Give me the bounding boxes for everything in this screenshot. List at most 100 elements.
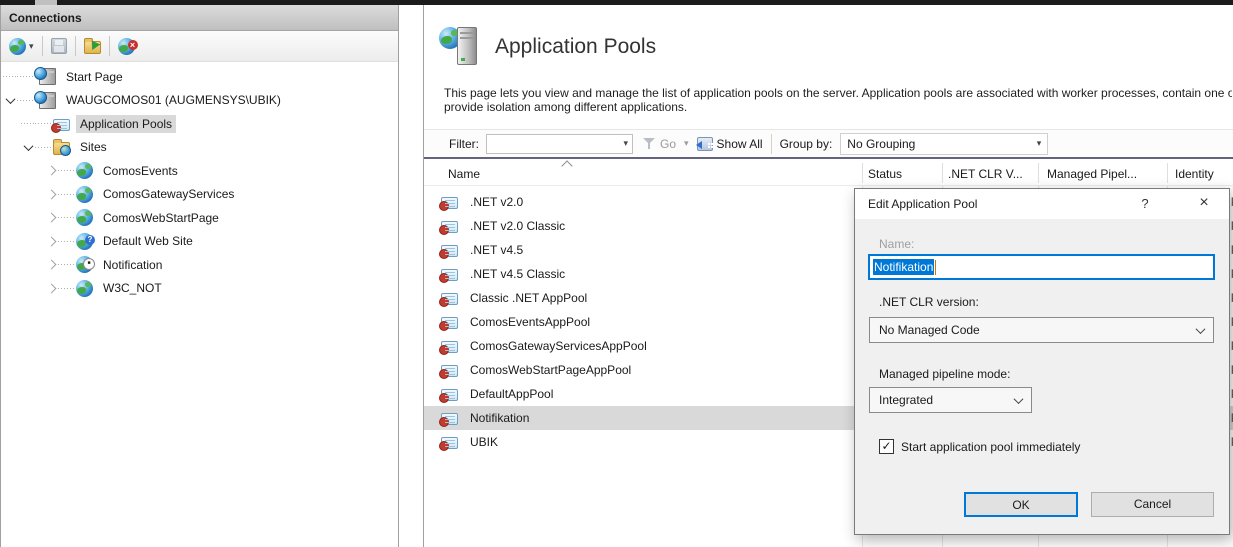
chevron-right-icon[interactable]: [44, 187, 58, 201]
server-part: [457, 27, 477, 65]
go-options-caret-icon[interactable]: ▾: [684, 138, 689, 149]
globe-icon: [76, 209, 93, 226]
app-pool-name: ComosEventsAppPool: [470, 315, 590, 329]
app-pool-name: ComosGatewayServicesAppPool: [470, 339, 647, 353]
column-header-managed-pipel-[interactable]: Managed Pipel...: [1047, 167, 1137, 181]
start-immediately-label: Start application pool immediately: [901, 440, 1080, 454]
app-pool-name: .NET v2.0 Classic: [470, 219, 565, 233]
save-connections-button[interactable]: [49, 36, 69, 56]
tree-dotted-connector: [58, 170, 76, 171]
filter-input[interactable]: ▾: [486, 134, 633, 154]
tree-item-label: Start Page: [62, 68, 127, 86]
tree-item-label: WAUGCOMOS01 (AUGMENSYS\UBIK): [62, 91, 285, 109]
tree-item-label: Sites: [76, 138, 111, 156]
column-header--net-clr-v-[interactable]: .NET CLR V...: [948, 167, 1023, 181]
app-pool-icon: [441, 341, 458, 353]
tree-item-notification[interactable]: Notification: [1, 253, 398, 277]
tree-item-default-web-site[interactable]: Default Web Site: [1, 230, 398, 254]
app-pool-name: .NET v4.5: [470, 243, 523, 257]
tree-item-comosgatewayservices[interactable]: ComosGatewayServices: [1, 183, 398, 207]
go-button[interactable]: Go: [660, 137, 676, 151]
close-icon[interactable]: ×: [1187, 189, 1221, 219]
tree-dotted-connector: [35, 147, 53, 148]
chevron-right-icon[interactable]: [44, 234, 58, 248]
help-button[interactable]: ?: [1130, 189, 1160, 219]
globe-icon: [76, 186, 93, 203]
chevron-glyph: [46, 213, 56, 223]
page-header: Application Pools: [439, 27, 656, 67]
cancel-button[interactable]: Cancel: [1091, 492, 1214, 517]
column-header-identity[interactable]: Identity: [1175, 167, 1214, 181]
app-pool-icon: [441, 197, 458, 209]
name-field[interactable]: Notifikation: [869, 255, 1214, 279]
tree-dotted-connector: [58, 194, 76, 195]
tree-dotted-connector: [58, 217, 76, 218]
tree-dotted-connector: [17, 76, 35, 77]
connect-button[interactable]: ▾: [7, 36, 36, 57]
column-separator[interactable]: [942, 163, 943, 183]
start-immediately-checkbox[interactable]: ✓: [879, 439, 894, 454]
up-button[interactable]: [82, 36, 103, 56]
clr-version-select[interactable]: No Managed Code: [869, 317, 1214, 343]
dialog-titlebar[interactable]: Edit Application Pool: [855, 189, 1229, 219]
column-separator[interactable]: [1038, 163, 1039, 183]
filter-dropdown-caret-icon[interactable]: ▾: [623, 138, 628, 149]
chevron-down-icon[interactable]: [21, 140, 35, 154]
chevron-down-icon[interactable]: [3, 93, 17, 107]
tree-item-start-page[interactable]: Start Page: [1, 65, 398, 89]
toolbar-separator: [771, 134, 772, 154]
app-pool-name: DefaultAppPool: [470, 387, 553, 401]
filter-label: Filter:: [449, 137, 479, 151]
tree-dotted-connector: [58, 241, 76, 242]
app-pool-icon: [441, 389, 458, 401]
chevron-glyph: [5, 94, 15, 104]
show-all-button[interactable]: Show All: [717, 137, 763, 151]
page-description-line2: provide isolation among different applic…: [444, 100, 1232, 114]
apppool-icon: [53, 119, 70, 131]
app-pool-icon: [441, 437, 458, 449]
column-separator[interactable]: [862, 163, 863, 183]
app-pool-icon: [441, 413, 458, 425]
connections-tree: Start Page WAUGCOMOS01 (AUGMENSYS\UBIK) Ap…: [1, 62, 398, 300]
column-header-status[interactable]: Status: [868, 167, 902, 181]
toolbar-divider: [424, 157, 1233, 159]
connections-panel: Connections ▾ Start Page WAUGCOMOS01 (AUG…: [0, 5, 399, 547]
tree-item-application-pools[interactable]: Application Pools: [1, 112, 398, 136]
chevron-right-icon[interactable]: [44, 211, 58, 225]
show-all-icon[interactable]: [697, 137, 713, 151]
chevron-right-icon[interactable]: [44, 258, 58, 272]
tree-item-w3c-not[interactable]: W3C_NOT: [1, 277, 398, 301]
tree-item-waugcomos01-augmensys-ubik-[interactable]: WAUGCOMOS01 (AUGMENSYS\UBIK): [1, 89, 398, 113]
tree-item-label: ComosEvents: [99, 162, 182, 180]
go-funnel-icon[interactable]: [643, 137, 656, 150]
app-pool-name: ComosWebStartPageAppPool: [470, 363, 631, 377]
chevron-right-icon[interactable]: [44, 164, 58, 178]
tree-dotted-connector: [58, 288, 76, 289]
disconnect-button[interactable]: [116, 36, 137, 57]
tree-item-sites[interactable]: Sites: [1, 136, 398, 160]
pipeline-mode-select[interactable]: Integrated: [869, 387, 1032, 413]
group-by-caret-icon: ▾: [1037, 138, 1042, 149]
app-pool-name: .NET v4.5 Classic: [470, 267, 565, 281]
app-pool-name: Notifikation: [470, 411, 529, 425]
ok-button[interactable]: OK: [964, 492, 1078, 517]
connections-title: Connections: [9, 11, 82, 25]
tree-dotted-connector: [17, 100, 35, 101]
chevron-right-icon[interactable]: [44, 281, 58, 295]
edit-application-pool-dialog: Edit Application Pool ? × Name: Notifika…: [854, 188, 1230, 535]
tree-item-label: Application Pools: [76, 115, 176, 133]
tree-item-comosevents[interactable]: ComosEvents: [1, 159, 398, 183]
column-separator[interactable]: [1167, 163, 1168, 183]
tree-item-label: Default Web Site: [99, 232, 197, 250]
toolbar-separator: [42, 36, 43, 56]
tree-leader: [21, 123, 35, 124]
tree-item-label: ComosWebStartPage: [99, 209, 223, 227]
chevron-glyph: [46, 260, 56, 270]
tree-dotted-connector: [35, 123, 53, 124]
column-header-name[interactable]: Name: [448, 167, 480, 181]
group-by-value: No Grouping: [847, 137, 1036, 151]
connect-dropdown-caret-icon[interactable]: ▾: [29, 41, 34, 52]
app-pool-name: UBIK: [470, 435, 498, 449]
tree-item-comoswebstartpage[interactable]: ComosWebStartPage: [1, 206, 398, 230]
group-by-select[interactable]: No Grouping ▾: [840, 133, 1048, 155]
